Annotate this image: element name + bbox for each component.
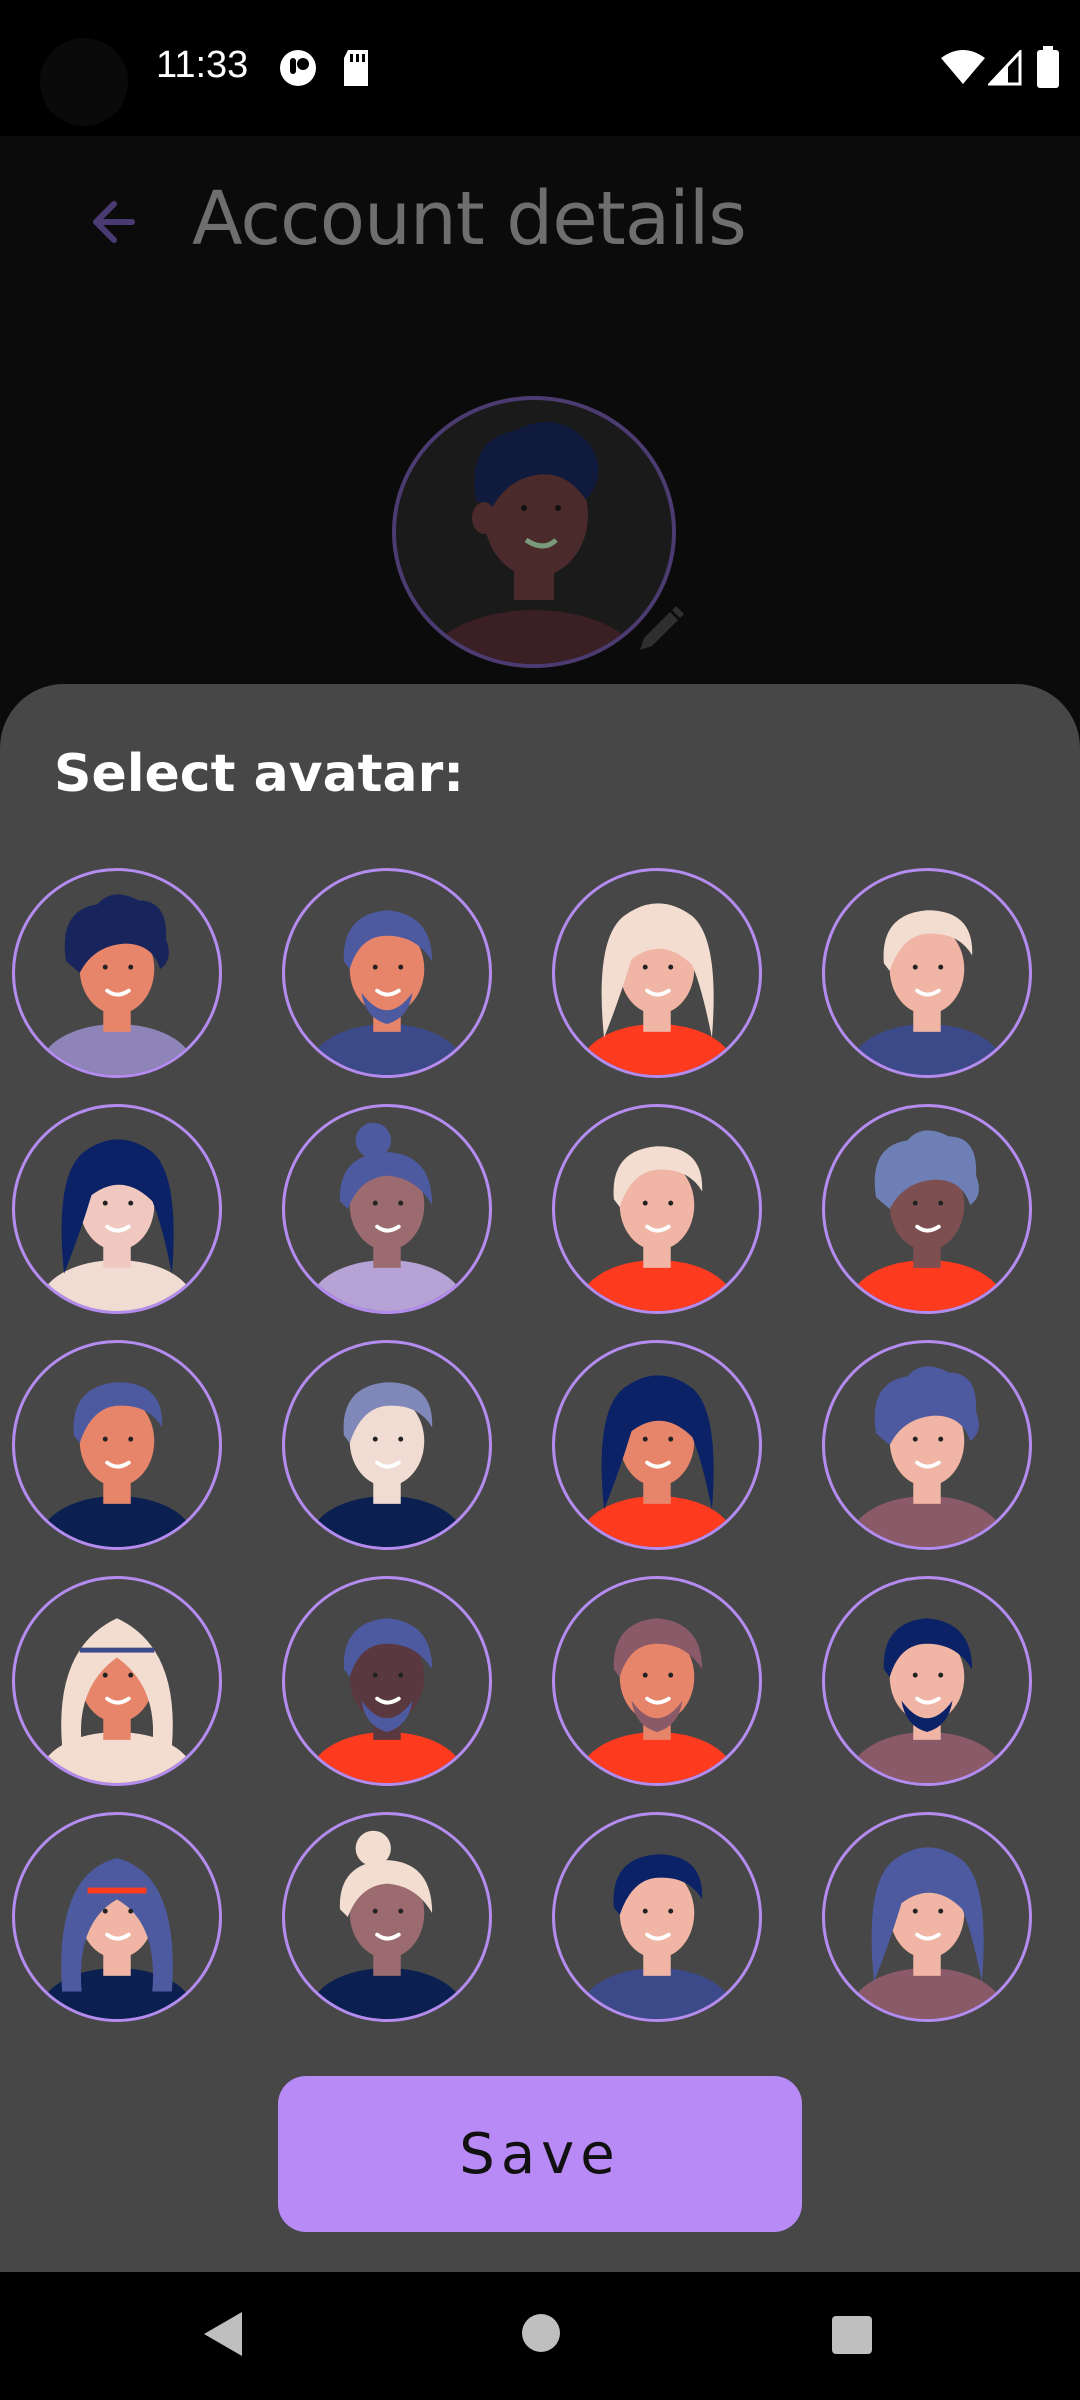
- avatar-option[interactable]: [822, 1104, 1032, 1314]
- arrow-back-icon[interactable]: [74, 190, 138, 254]
- nav-recents-icon[interactable]: [832, 2316, 872, 2354]
- navigation-bar: [0, 2272, 1080, 2400]
- avatar-illustration: [850, 910, 1004, 1075]
- avatar-illustration: [310, 1382, 464, 1547]
- avatar-illustration: [850, 1618, 1004, 1783]
- avatar-option[interactable]: [552, 868, 762, 1078]
- avatar-illustration: [580, 1618, 734, 1783]
- avatar-option[interactable]: [282, 1340, 492, 1550]
- avatar-option[interactable]: [12, 1812, 222, 2022]
- avatar-illustration: [310, 1122, 464, 1311]
- avatar-option[interactable]: [12, 1104, 222, 1314]
- avatar-option[interactable]: [282, 1576, 492, 1786]
- avatar-option[interactable]: [282, 1812, 492, 2022]
- avatar-option[interactable]: [822, 1812, 1032, 2022]
- avatar-option[interactable]: [282, 868, 492, 1078]
- wifi-icon: [941, 50, 985, 84]
- nav-home-icon[interactable]: [522, 2314, 560, 2352]
- avatar-illustration: [310, 1618, 464, 1783]
- battery-icon: [1037, 46, 1059, 88]
- sd-card-icon: [344, 50, 368, 86]
- avatar-option[interactable]: [822, 1576, 1032, 1786]
- avatar-option[interactable]: [282, 1104, 492, 1314]
- camera-cutout: [40, 38, 128, 126]
- avatar-illustration: [40, 1858, 194, 2019]
- avatar-illustration: [850, 1366, 1004, 1547]
- status-bar: 11:33: [0, 0, 1080, 136]
- avatar-option[interactable]: [552, 1576, 762, 1786]
- avatar-option[interactable]: [822, 1340, 1032, 1550]
- avatar-option[interactable]: [822, 868, 1032, 1078]
- app-bar: Account details: [0, 136, 1080, 296]
- avatar-illustration: [40, 1382, 194, 1547]
- avatar-illustration: [580, 1375, 734, 1547]
- avatar-illustration: [850, 1847, 1004, 2019]
- avatar-option[interactable]: [12, 868, 222, 1078]
- avatar-illustration: [310, 1830, 464, 2019]
- sheet-title: Select avatar:: [54, 744, 465, 804]
- avatar-option[interactable]: [12, 1340, 222, 1550]
- save-button[interactable]: Save: [278, 2076, 802, 2232]
- avatar-illustration: [850, 1130, 1004, 1311]
- avatar-option[interactable]: [552, 1104, 762, 1314]
- page-title: Account details: [192, 176, 747, 262]
- avatar-illustration: [40, 1139, 194, 1311]
- avatar-illustration: [580, 1854, 734, 2019]
- select-avatar-sheet: Select avatar: Save: [0, 684, 1080, 2272]
- avatar-illustration: [40, 1618, 194, 1783]
- nav-back-icon[interactable]: [200, 2308, 246, 2360]
- avatar-illustration: [40, 894, 194, 1075]
- avatar-option[interactable]: [552, 1812, 762, 2022]
- status-time: 11:33: [156, 44, 249, 86]
- notification-icon: [280, 50, 316, 86]
- avatar-option[interactable]: [12, 1576, 222, 1786]
- avatar-option[interactable]: [552, 1340, 762, 1550]
- avatar-illustration: [580, 903, 734, 1075]
- signal-icon: [988, 50, 1022, 86]
- avatar-illustration: [310, 910, 464, 1075]
- pencil-icon[interactable]: [630, 600, 690, 660]
- avatar-illustration: [580, 1146, 734, 1311]
